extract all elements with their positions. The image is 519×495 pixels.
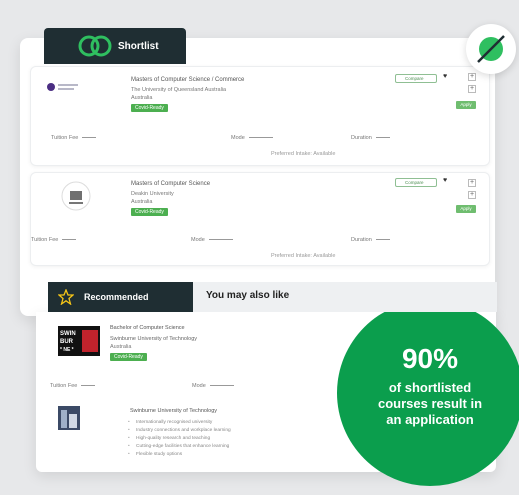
hidden-toggle-button[interactable] <box>466 24 516 74</box>
heart-icon[interactable]: ♥ <box>443 73 447 80</box>
mode: Mode <box>192 383 234 389</box>
stat-circle: 90% of shortlisted courses result in an … <box>337 300 519 486</box>
course-title[interactable]: Masters of Computer Science <box>131 181 210 187</box>
covid-ready-badge: Covid-Ready <box>131 208 168 216</box>
apply-button[interactable]: Apply <box>456 205 476 213</box>
shortlist-item[interactable]: Masters of Computer Science / Commerce T… <box>30 66 490 166</box>
feature-item: High-quality research and teaching <box>128 436 210 441</box>
mode-label: Mode <box>231 135 245 141</box>
stat-description: of shortlisted courses result in an appl… <box>377 380 483 427</box>
university-name: The University of Queensland Australia <box>131 87 227 93</box>
plus-icon[interactable]: + <box>468 179 476 187</box>
apply-button[interactable]: Apply <box>456 101 476 109</box>
feature-item: Internationally recognised university <box>128 420 212 425</box>
duration-label: Duration <box>351 237 372 243</box>
shortlist-item[interactable]: Masters of Computer Science Deakin Unive… <box>30 172 490 266</box>
compare-button[interactable]: Compare <box>395 178 437 187</box>
duration-label: Duration <box>351 135 372 141</box>
feature-item: Flexible study options <box>128 452 182 457</box>
university-name: Deakin University <box>131 191 174 197</box>
deakin-logo-icon <box>61 181 91 211</box>
eye-slash-icon <box>477 35 505 63</box>
tuition-label: Tuition Fee <box>51 135 79 141</box>
stat-percent: 90% <box>401 343 459 374</box>
swin-logo-text: BUR <box>60 339 74 345</box>
swin-logo-text: SWIN <box>60 331 76 337</box>
plus-icon[interactable]: + <box>468 73 476 81</box>
reco-university-card-name[interactable]: Swinburne University of Technology <box>130 408 217 414</box>
compare-button[interactable]: Compare <box>395 74 437 83</box>
covid-ready-badge: Covid-Ready <box>131 104 168 112</box>
covid-ready-badge: Covid-Ready <box>110 353 147 361</box>
shortlist-tab-label: Shortlist <box>118 40 159 52</box>
heart-icon[interactable]: ♥ <box>443 177 447 184</box>
recommended-tab[interactable]: Recommended <box>48 282 193 312</box>
country: Australia <box>131 95 153 101</box>
mode-label: Mode <box>191 237 205 243</box>
preferred-intake: Preferred Intake: Available <box>271 253 336 259</box>
tuition-label: Tuition Fee <box>50 383 78 389</box>
plus-icon[interactable]: + <box>468 191 476 199</box>
reco-university-name: Swinburne University of Technology <box>110 336 198 342</box>
mode: Mode <box>231 135 273 141</box>
swin-logo-text: * NE * <box>60 347 74 353</box>
apply-label: Apply <box>460 206 472 211</box>
mode-label: Mode <box>192 383 206 389</box>
course-title[interactable]: Masters of Computer Science / Commerce <box>131 77 244 83</box>
shortlist-tab[interactable]: Shortlist <box>44 28 186 64</box>
duration: Duration <box>351 237 390 243</box>
plus-icon[interactable]: + <box>468 85 476 93</box>
uq-logo-icon <box>47 83 78 91</box>
tuition-fee: Tuition Fee <box>50 383 96 389</box>
preferred-intake: Preferred Intake: Available <box>271 151 336 157</box>
swinburne-logo-icon: SWIN BUR * NE * <box>58 326 100 356</box>
campus-photo-icon <box>58 406 80 430</box>
apply-label: Apply <box>460 102 472 107</box>
mode: Mode <box>191 237 233 243</box>
duration: Duration <box>351 135 390 141</box>
star-icon <box>58 289 74 305</box>
country: Australia <box>131 199 153 205</box>
feature-item: Industry connections and workplace learn… <box>128 428 231 433</box>
brand-logo-icon <box>78 35 112 57</box>
recommended-tab-label: Recommended <box>84 292 149 302</box>
tuition-fee: Tuition Fee <box>51 135 97 141</box>
reco-course-title[interactable]: Bachelor of Computer Science <box>110 325 185 331</box>
compare-label: Compare <box>405 180 424 185</box>
compare-label: Compare <box>405 76 424 81</box>
feature-item: Cutting-edge facilities that enhance lea… <box>128 444 229 449</box>
tuition-label: Tuition Fee <box>31 237 59 243</box>
you-may-also-like-tab[interactable]: You may also like <box>206 290 289 301</box>
reco-country: Australia <box>110 344 132 350</box>
tuition-fee: Tuition Fee <box>31 237 77 243</box>
